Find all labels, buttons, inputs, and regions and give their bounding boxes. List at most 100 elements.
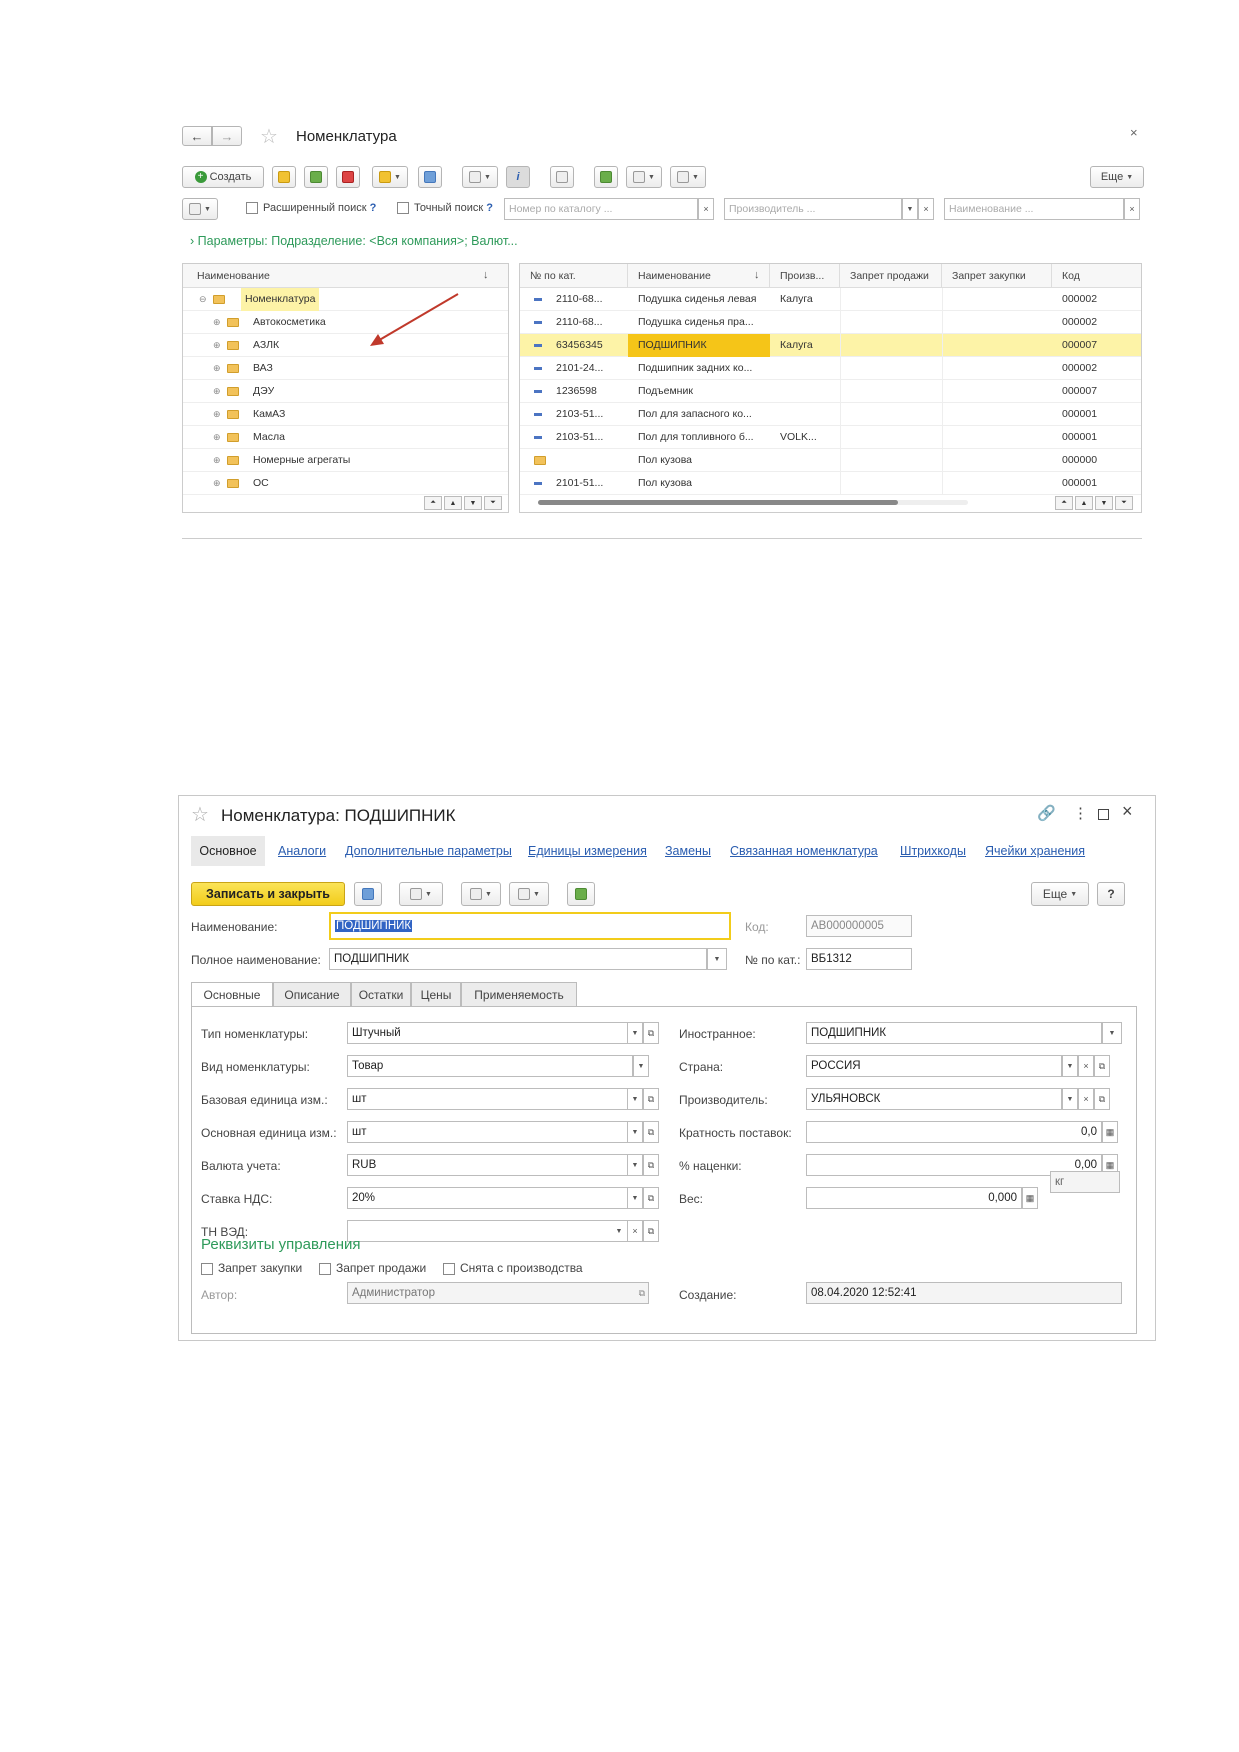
field-input[interactable]: 20% — [347, 1187, 633, 1209]
scroll-bottom-button[interactable]: ⏷ — [484, 496, 502, 510]
field-input[interactable]: шт — [347, 1088, 633, 1110]
field-input[interactable]: 0,0 — [806, 1121, 1102, 1143]
copy-button[interactable] — [304, 166, 328, 188]
field-input[interactable]: RUB — [347, 1154, 633, 1176]
table-row[interactable]: 2110-68... Подушка сиденья пра... 000002 — [520, 311, 1141, 334]
scroll-top-button[interactable]: ⏶ — [1055, 496, 1073, 510]
tree-item[interactable]: ⊕ Масла — [183, 426, 508, 449]
tab-storage-cells[interactable]: Ячейки хранения — [985, 844, 1085, 858]
field-input[interactable]: шт — [347, 1121, 633, 1143]
table-row[interactable]: 2103-51... Пол для топливного б... VOLK...… — [520, 426, 1141, 449]
open-icon[interactable]: ⧉ — [643, 1220, 659, 1242]
chevron-down-icon[interactable]: ▼ — [627, 1022, 643, 1044]
save-button[interactable] — [354, 882, 382, 906]
tab-balances[interactable]: Остатки — [351, 982, 411, 1006]
clear-icon[interactable]: × — [918, 198, 934, 220]
scroll-bottom-button[interactable]: ⏷ — [1115, 496, 1133, 510]
help-button[interactable]: ? — [1097, 882, 1125, 906]
calculator-icon[interactable]: ▦ — [1102, 1121, 1118, 1143]
expand-icon[interactable]: ⊕ — [213, 311, 221, 334]
discontinued-checkbox[interactable]: Снята с производства — [443, 1261, 583, 1275]
expand-icon[interactable]: ⊕ — [213, 357, 221, 380]
tab-main[interactable]: Основное — [191, 836, 265, 866]
menu-dots-icon[interactable]: ⋮ — [1073, 804, 1088, 822]
chevron-down-icon[interactable]: ▼ — [1102, 1022, 1122, 1044]
tab-description[interactable]: Описание — [273, 982, 351, 1006]
chevron-down-icon[interactable]: ▼ — [707, 948, 727, 970]
scroll-up-button[interactable]: ▲ — [1075, 496, 1093, 510]
table-row[interactable]: 2110-68... Подушка сиденья левая Калуга 000… — [520, 288, 1141, 311]
sale-ban-checkbox[interactable]: Запрет продажи — [319, 1261, 426, 1275]
open-icon[interactable]: ⧉ — [639, 1288, 645, 1299]
tab-main-props[interactable]: Основные — [191, 982, 273, 1007]
reports-button[interactable]: ▼ — [626, 166, 662, 188]
col-sale-ban[interactable]: Запрет продажи — [840, 264, 942, 288]
manufacturer-input[interactable]: Производитель ... — [724, 198, 902, 220]
table-row[interactable]: 2101-24... Подшипник задних ко... 000002 — [520, 357, 1141, 380]
checkbox-box[interactable] — [443, 1262, 455, 1275]
open-icon[interactable]: ⧉ — [643, 1154, 659, 1176]
calculator-icon[interactable]: ▦ — [1022, 1187, 1038, 1209]
sort-arrow-icon[interactable]: ↓ — [483, 269, 489, 281]
favorite-star-icon[interactable]: ☆ — [260, 124, 278, 149]
checkbox-box[interactable] — [201, 1262, 213, 1275]
clear-icon[interactable]: × — [627, 1220, 643, 1242]
edit-button[interactable] — [567, 882, 595, 906]
tree-item[interactable]: ⊕ ВАЗ — [183, 357, 508, 380]
save-close-button[interactable]: Записать и закрыть — [191, 882, 345, 906]
open-icon[interactable]: ⧉ — [1094, 1055, 1110, 1077]
maximize-icon[interactable] — [1098, 809, 1109, 820]
fullname-input[interactable]: ПОДШИПНИК — [329, 948, 707, 970]
open-icon[interactable]: ⧉ — [643, 1187, 659, 1209]
create-folder-button[interactable] — [272, 166, 296, 188]
help-icon[interactable]: ? — [486, 202, 493, 214]
name-search-input[interactable]: Наименование ... — [944, 198, 1124, 220]
expand-icon[interactable]: ⊕ — [213, 426, 221, 449]
checkbox-box[interactable] — [319, 1262, 331, 1275]
back-button[interactable]: ← — [182, 126, 212, 146]
expand-icon[interactable]: ⊕ — [213, 472, 221, 495]
tab-units[interactable]: Единицы измерения — [528, 844, 647, 858]
chevron-down-icon[interactable]: ▼ — [627, 1187, 643, 1209]
params-line[interactable]: › Параметры: Подразделение: <Вся компани… — [190, 234, 518, 248]
favorite-star-icon[interactable]: ☆ — [191, 802, 209, 827]
open-icon[interactable]: ⧉ — [643, 1121, 659, 1143]
link-icon[interactable]: 🔗 — [1037, 804, 1056, 822]
field-input[interactable]: ПОДШИПНИК — [806, 1022, 1102, 1044]
scroll-up-button[interactable]: ▲ — [444, 496, 462, 510]
col-purchase-ban[interactable]: Запрет закупки — [942, 264, 1052, 288]
col-code[interactable]: Код — [1052, 264, 1141, 288]
scroll-top-button[interactable]: ⏶ — [424, 496, 442, 510]
open-icon[interactable]: ⧉ — [1094, 1088, 1110, 1110]
table-row[interactable]: 2103-51... Пол для запасного ко... 000001 — [520, 403, 1141, 426]
open-icon[interactable]: ⧉ — [643, 1088, 659, 1110]
tab-analogs[interactable]: Аналоги — [278, 844, 326, 858]
field-input[interactable]: 0,000 — [806, 1187, 1022, 1209]
catno-input[interactable]: ВБ1312 — [806, 948, 912, 970]
exact-search-checkbox[interactable]: Точный поиск ? — [397, 202, 493, 215]
reports-button[interactable]: ▼ — [461, 882, 501, 906]
field-input[interactable]: УЛЬЯНОВСК — [806, 1088, 1062, 1110]
tab-additional-params[interactable]: Дополнительные параметры — [345, 844, 512, 858]
tab-prices[interactable]: Цены — [411, 982, 461, 1006]
tree-item[interactable]: ⊕ КамАЗ — [183, 403, 508, 426]
move-button[interactable]: ▼ — [372, 166, 408, 188]
search-mode-button[interactable]: ▼ — [182, 198, 218, 220]
expand-icon[interactable]: ⊕ — [213, 334, 221, 357]
purchase-ban-checkbox[interactable]: Запрет закупки — [201, 1261, 302, 1275]
scrollbar-thumb[interactable] — [538, 500, 898, 505]
clear-icon[interactable]: × — [1078, 1088, 1094, 1110]
tab-applicability[interactable]: Применяемость — [461, 982, 577, 1006]
tree-item[interactable]: ⊕ ДЭУ — [183, 380, 508, 403]
print-button[interactable]: ▼ — [399, 882, 443, 906]
chevron-down-icon[interactable]: ▼ — [627, 1121, 643, 1143]
col-manufacturer[interactable]: Произв... — [770, 264, 840, 288]
catalog-number-input[interactable]: Номер по каталогу ... — [504, 198, 698, 220]
open-icon[interactable]: ⧉ — [643, 1022, 659, 1044]
field-input[interactable]: РОССИЯ — [806, 1055, 1062, 1077]
more-button[interactable]: Еще ▼ — [1090, 166, 1144, 188]
tree-item[interactable]: ⊕ ОС — [183, 472, 508, 495]
close-icon[interactable]: × — [1122, 801, 1133, 822]
chevron-down-icon[interactable]: ▼ — [902, 198, 918, 220]
more-button[interactable]: Еще ▼ — [1031, 882, 1089, 906]
